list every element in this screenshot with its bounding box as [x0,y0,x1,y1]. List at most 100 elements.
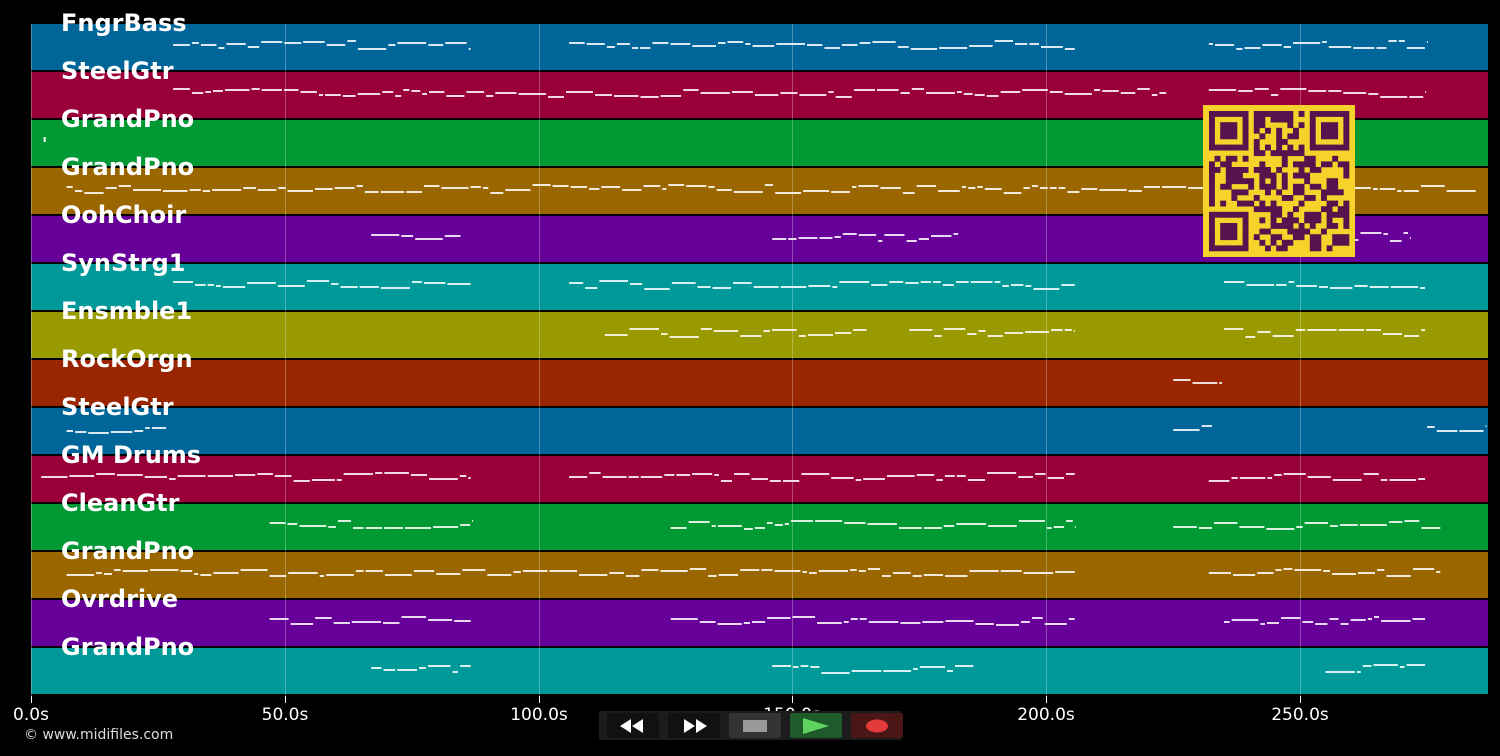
note-mark [1224,328,1244,330]
note-mark [290,623,314,625]
note-mark [1262,44,1282,46]
note-mark [243,187,256,189]
note-mark [318,94,324,96]
note-mark [522,570,548,572]
note-mark [1066,473,1075,475]
note-mark [1398,40,1405,42]
note-mark [375,472,383,474]
note-mark [380,191,405,193]
note-mark [490,192,504,194]
rewind-button[interactable] [607,713,659,738]
note-mark [1403,190,1419,192]
note-mark [144,476,167,478]
note-mark [743,622,750,624]
note-mark [1257,572,1274,574]
note-mark [216,285,221,287]
note-mark [841,44,858,46]
note-mark [899,527,922,529]
fast-forward-icon [679,718,709,734]
qr-code [1203,105,1355,257]
note-mark [1399,666,1405,668]
note-mark [819,237,833,239]
note-mark [900,622,921,624]
note-mark [452,671,458,673]
note-mark [1459,430,1484,432]
note-mark [88,432,109,434]
note-mark [740,569,760,571]
note-mark [956,475,966,477]
note-mark [69,475,95,477]
note-mark [306,280,330,282]
note-mark [1390,286,1419,288]
note-mark [936,479,943,481]
note-mark [134,430,144,432]
note-mark [720,480,732,482]
note-mark [340,286,358,288]
note-mark [967,333,977,335]
track-label: GrandPno [61,633,195,661]
note-mark [406,191,422,193]
note-mark [1397,190,1402,192]
note-mark [288,572,318,574]
note-mark [897,46,909,48]
note-mark [660,95,682,97]
note-mark [628,476,639,478]
note-mark [916,474,935,476]
note-mark [1296,526,1303,528]
note-mark [411,281,422,283]
note-mark [194,573,199,575]
note-mark [902,192,915,194]
note-mark [640,476,663,478]
note-mark [807,334,833,336]
note-mark [1436,430,1458,432]
note-mark [817,622,842,624]
axis-tick-label: 50.0s [261,705,309,725]
note-mark [761,569,773,571]
note-mark [41,476,68,478]
note-mark [213,572,239,574]
note-mark [1389,240,1402,242]
note-mark [247,46,260,48]
note-mark [978,330,986,332]
note-mark [133,189,161,191]
note-mark [1239,477,1266,479]
note-mark [284,89,299,91]
note-mark [1049,91,1063,93]
note-mark [975,623,994,625]
note-mark [173,88,190,90]
transport-controls [599,711,903,740]
note-mark [468,48,471,50]
play-button[interactable] [790,713,842,738]
note-mark [118,185,131,187]
note-mark [195,284,206,286]
note-mark [427,665,451,667]
note-mark [766,522,773,524]
note-mark [892,572,911,574]
note-mark [429,91,445,93]
fast-forward-button[interactable] [668,713,720,738]
note-mark [428,44,444,46]
note-mark [1354,285,1368,287]
note-mark [884,234,905,236]
note-mark [371,667,382,669]
note-mark [428,619,453,621]
note-mark [413,570,435,572]
note-mark [1266,528,1295,530]
note-mark [1329,287,1353,289]
note-mark [1421,527,1441,529]
track-label: Ovrdrive [61,585,179,613]
note-mark [955,281,969,283]
note-mark [880,187,901,189]
note-mark [961,186,967,188]
record-button[interactable] [851,713,903,738]
note-mark [436,573,461,575]
note-mark [859,618,867,620]
note-mark [1214,522,1238,524]
note-mark [923,527,942,529]
note-mark [1049,187,1057,189]
note-mark [889,281,904,283]
note-mark [800,665,809,667]
stop-button[interactable] [729,713,781,738]
note-mark [1267,477,1273,479]
axis-tick [285,696,286,703]
